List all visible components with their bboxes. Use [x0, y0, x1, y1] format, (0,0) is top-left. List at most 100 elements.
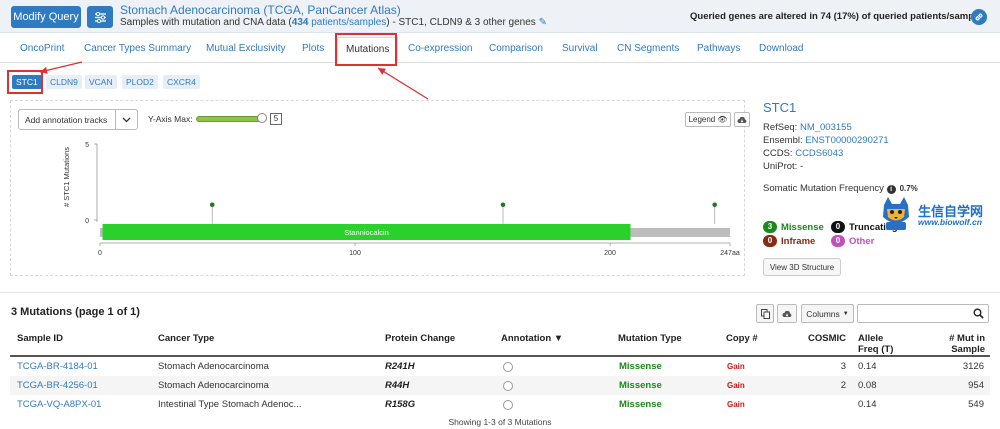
sample-id-link[interactable]: TCGA-BR-4256-01: [17, 380, 98, 391]
cosmic-cell[interactable]: 2: [810, 380, 846, 391]
legend-other[interactable]: 0 Other: [831, 235, 874, 247]
legend-missense[interactable]: 3 Missense: [763, 221, 824, 233]
mutation-table-title: 3 Mutations (page 1 of 1): [11, 306, 140, 318]
header-protein-change[interactable]: Protein Change: [385, 333, 455, 344]
gene-pill-plod2[interactable]: PLOD2: [122, 75, 158, 89]
cancer-type-cell: Stomach Adenocarcinoma: [158, 361, 269, 372]
protein-change-cell: R44H: [385, 380, 410, 391]
sliders-icon: [94, 11, 106, 23]
tab-plots[interactable]: Plots: [302, 37, 324, 63]
y-tick-min: 0: [85, 218, 89, 225]
y-axis-max-value[interactable]: 5: [270, 113, 282, 125]
tab-cn-segments[interactable]: CN Segments: [617, 37, 679, 63]
uniprot-row: UniProt: -: [763, 161, 804, 172]
wolf-logo-icon: [883, 197, 909, 230]
x-tick-100: 100: [349, 250, 361, 257]
table-row: TCGA-BR-4256-01 Stomach Adenocarcinoma R…: [10, 376, 990, 395]
plot-download-button[interactable]: [734, 112, 750, 127]
allele-freq-cell: 0.14: [858, 399, 877, 410]
download-table-button[interactable]: [777, 304, 797, 323]
header-cosmic[interactable]: COSMIC: [808, 333, 846, 344]
tab-mutual-exclusivity[interactable]: Mutual Exclusivity: [206, 37, 285, 63]
cosmic-cell[interactable]: 3: [810, 361, 846, 372]
y-tick-max: 5: [85, 142, 89, 149]
gene-pill-cxcr4[interactable]: CXCR4: [163, 75, 200, 89]
copy-table-button[interactable]: [756, 304, 774, 323]
link-icon: [975, 13, 983, 21]
study-title-link[interactable]: Stomach Adenocarcinoma (TCGA, PanCancer …: [120, 3, 401, 17]
header-allele-freq[interactable]: Allele Freq (T): [858, 333, 893, 355]
mutation-type-cell: Missense: [619, 399, 662, 410]
table-search-input[interactable]: [857, 304, 989, 323]
tab-comparison[interactable]: Comparison: [489, 37, 543, 63]
sample-id-link[interactable]: TCGA-VQ-A8PX-01: [17, 399, 101, 410]
cancer-type-cell: Intestinal Type Stomach Adenoc...: [158, 399, 302, 410]
x-tick-end: 247aa: [720, 250, 740, 257]
share-link-button[interactable]: [971, 9, 987, 25]
chevron-down-icon: [115, 110, 137, 129]
search-icon: [973, 308, 984, 322]
mutation-lollipop-head: [209, 202, 215, 208]
domain-label: Stanniocalcin: [344, 228, 389, 237]
tab-oncoprint[interactable]: OncoPrint: [20, 37, 64, 63]
highlight-box-mutations-tab: [335, 33, 397, 66]
refseq-row: RefSeq: NM_003155: [763, 122, 852, 133]
header-sample-id[interactable]: Sample ID: [17, 333, 63, 344]
header-annotation[interactable]: Annotation ▼: [501, 333, 563, 344]
annotation-circle-icon[interactable]: [503, 400, 513, 410]
columns-dropdown-button[interactable]: Columns ▼: [801, 304, 854, 323]
tab-pathways[interactable]: Pathways: [697, 37, 740, 63]
view-3d-structure-button[interactable]: View 3D Structure: [763, 258, 841, 276]
ensembl-link[interactable]: ENST00000290271: [805, 135, 888, 146]
patient-count[interactable]: 434: [292, 17, 309, 28]
lollipop-plot: # STC1 Mutations 5 0 Stanniocalcin 0 100…: [62, 142, 740, 257]
tab-co-expression[interactable]: Co-expression: [408, 37, 472, 63]
caret-down-icon: ▼: [842, 310, 849, 317]
table-footer-count: Showing 1-3 of 3 Mutations: [448, 417, 552, 427]
annotation-tracks-dropdown[interactable]: Add annotation tracks: [18, 109, 138, 130]
results-tab-bar: OncoPrint Cancer Types Summary Mutual Ex…: [0, 37, 1000, 63]
mutation-lollipop-head: [500, 202, 506, 208]
x-tick-0: 0: [98, 250, 102, 257]
tab-download[interactable]: Download: [759, 37, 803, 63]
header-copy-number[interactable]: Copy #: [726, 333, 758, 344]
query-header: Modify Query Stomach Adenocarcinoma (TCG…: [0, 0, 1000, 33]
watermark-logo: 生信自学网 www.biowolf.cn: [878, 195, 998, 235]
annotation-circle-icon[interactable]: [503, 362, 513, 372]
refseq-link[interactable]: NM_003155: [800, 122, 852, 133]
y-axis-max-slider[interactable]: [196, 116, 264, 122]
ccds-link[interactable]: CCDS6043: [795, 148, 843, 159]
cloud-download-icon: [737, 116, 747, 123]
table-row: TCGA-VQ-A8PX-01 Intestinal Type Stomach …: [10, 395, 990, 414]
legend-toggle-button[interactable]: Legend 👁: [685, 112, 731, 127]
edit-pencil-icon[interactable]: ✎: [539, 17, 547, 28]
eye-icon: 👁: [717, 115, 728, 124]
sample-id-link[interactable]: TCGA-BR-4184-01: [17, 361, 98, 372]
allele-freq-cell: 0.08: [858, 380, 877, 391]
tab-survival[interactable]: Survival: [562, 37, 598, 63]
header-mutation-type[interactable]: Mutation Type: [618, 333, 682, 344]
study-subtitle: Samples with mutation and CNA data (434 …: [120, 17, 547, 28]
legend-inframe[interactable]: 0 Inframe: [763, 235, 815, 247]
mutation-lollipop-head: [712, 202, 717, 208]
copy-number-cell: Gain: [727, 362, 745, 371]
query-settings-button[interactable]: [87, 6, 113, 28]
gene-pill-cldn9[interactable]: CLDN9: [46, 75, 82, 89]
copy-number-cell: Gain: [727, 400, 745, 409]
y-axis-max-slider-handle[interactable]: [257, 113, 267, 123]
mut-in-sample-cell: 549: [968, 399, 984, 410]
header-mut-in-sample[interactable]: # Mut in Sample: [935, 333, 985, 355]
header-cancer-type[interactable]: Cancer Type: [158, 333, 214, 344]
tab-cancer-types-summary[interactable]: Cancer Types Summary: [84, 37, 191, 63]
section-divider: [0, 292, 1000, 293]
protein-change-cell: R158G: [385, 399, 416, 410]
modify-query-button[interactable]: Modify Query: [11, 6, 81, 28]
protein-change-cell: R241H: [385, 361, 415, 372]
annotation-circle-icon[interactable]: [503, 381, 513, 391]
info-icon[interactable]: i: [886, 185, 896, 194]
ccds-row: CCDS: CCDS6043: [763, 148, 844, 159]
ensembl-row: Ensembl: ENST00000290271: [763, 135, 889, 146]
mutation-type-cell: Missense: [619, 380, 662, 391]
gene-name-link[interactable]: STC1: [763, 100, 796, 115]
gene-pill-vcan[interactable]: VCAN: [85, 75, 117, 89]
